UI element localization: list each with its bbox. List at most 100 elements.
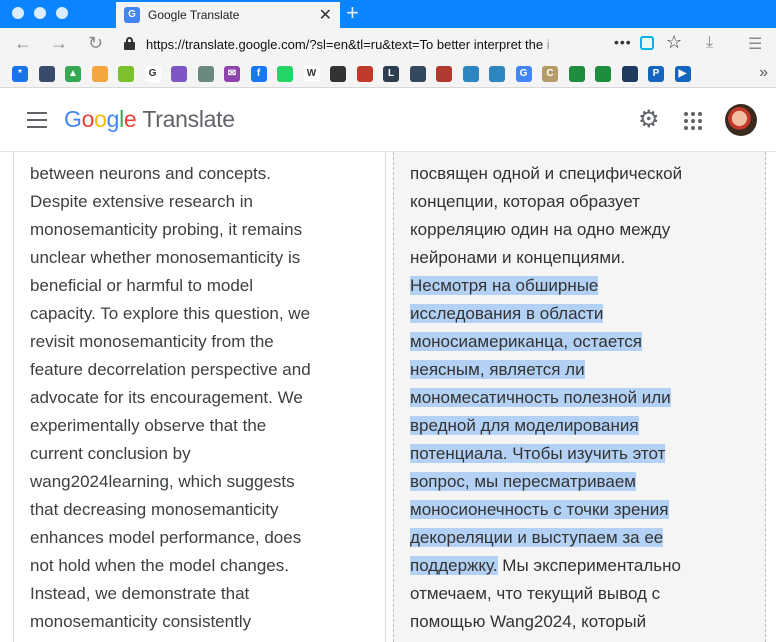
disc2-bookmark-icon[interactable] [489, 66, 505, 82]
translated-line: отмечаем, что текущий вывод с [410, 584, 661, 603]
selected-text: поддержку. [410, 556, 498, 575]
source-line: that decreasing monosemanticity [30, 500, 279, 519]
translated-line: Несмотря на обширные [410, 272, 682, 300]
flag2-bookmark-icon[interactable] [595, 66, 611, 82]
url-text[interactable]: https://translate.google.com/?sl=en&tl=r… [146, 37, 606, 52]
source-line: feature decorrelation perspective and [30, 360, 311, 379]
rainbow-bookmark-icon[interactable] [91, 66, 108, 82]
translated-line: потенциала. Чтобы изучить этот [410, 440, 682, 468]
asterisk-bookmark-icon[interactable]: * [12, 66, 28, 82]
open-bookmark-icon[interactable] [621, 66, 638, 82]
selected-text: неясным, является ли [410, 360, 585, 379]
translated-line: моносиамериканца, остается [410, 328, 682, 356]
openai-bookmark-icon[interactable] [197, 66, 214, 82]
wikipedia-bookmark-icon[interactable]: W [303, 66, 320, 82]
close-tab-icon[interactable]: ✕ [319, 5, 332, 25]
maximize-window-button[interactable] [56, 7, 68, 19]
source-text[interactable]: between neurons and concepts. Despite ext… [30, 160, 311, 636]
translated-line: вредной для моделирования [410, 412, 682, 440]
hex-bookmark-icon[interactable] [409, 66, 426, 82]
selected-text: вредной для моделирования [410, 416, 639, 435]
translation-area: between neurons and concepts. Despite ext… [0, 152, 776, 642]
new-tab-button[interactable]: + [346, 1, 359, 25]
mail-bookmark-icon[interactable]: ✉ [224, 66, 240, 82]
download-icon[interactable]: ⤓ [706, 34, 713, 52]
source-line: revisit monosemanticity from the [30, 332, 274, 351]
translated-line: декореляции и выступаем за ее [410, 524, 682, 552]
book-bookmark-icon[interactable] [330, 66, 346, 82]
translated-line: поддержку. Мы экспериментально [410, 556, 682, 575]
lock-icon [124, 37, 135, 50]
selected-text: вопрос, мы пересматриваем [410, 472, 636, 491]
selected-text: потенциала. Чтобы изучить этот [410, 444, 666, 463]
translate-bookmark-icon[interactable]: G [515, 66, 532, 82]
selected-text: декореляции и выступаем за ее [410, 528, 664, 547]
mosaic-bookmark-icon[interactable] [356, 66, 373, 82]
source-line: monosemanticity consistently [30, 612, 252, 631]
source-line: experimentally observe that the [30, 416, 267, 435]
disc-bookmark-icon[interactable] [462, 66, 479, 82]
source-line: between neurons and concepts. [30, 164, 272, 183]
source-line: beneficial or harmful to model [30, 276, 254, 295]
translated-line: корреляцию один на одно между [410, 220, 671, 239]
source-line: enhances model performance, does [30, 528, 302, 547]
source-line: Instead, we demonstrate that [30, 584, 250, 603]
forward-icon[interactable]: → [50, 32, 68, 54]
source-line: wang2024learning, which suggests [30, 472, 295, 491]
source-line: unclear whether monosemanticity is [30, 248, 301, 267]
translated-line: помощью Wang2024, который [410, 612, 647, 631]
source-text-panel[interactable]: between neurons and concepts. Despite ext… [13, 152, 386, 642]
play-bookmark-icon[interactable]: ▶ [674, 66, 691, 82]
translated-line: концепции, которая образует [410, 192, 640, 211]
translated-line: моносионечность с точки зрения [410, 496, 682, 524]
menu-icon[interactable]: ☰ [748, 34, 762, 54]
letter-l-bookmark-icon[interactable]: L [383, 66, 399, 82]
flag-bookmark-icon[interactable] [568, 66, 585, 82]
tab-title: Google Translate [148, 8, 240, 22]
photo-bookmark-icon[interactable] [38, 66, 55, 82]
google-translate-logo[interactable]: Google Translate [64, 106, 235, 133]
minimize-window-button[interactable] [34, 7, 46, 19]
pocket-icon[interactable] [640, 36, 654, 50]
facebook-bookmark-icon[interactable]: f [250, 66, 267, 82]
selected-text: Несмотря на обширные [410, 276, 599, 295]
avatar[interactable] [725, 104, 757, 136]
source-line: current conclusion by [30, 444, 191, 463]
selected-text: моносиамериканца, остается [410, 332, 643, 351]
translated-line: мономесатичность полезной или [410, 384, 682, 412]
url-bar[interactable]: https://translate.google.com/?sl=en&tl=r… [116, 31, 696, 57]
whatsapp-bookmark-icon[interactable] [277, 66, 293, 82]
c-bookmark-icon[interactable]: C [542, 66, 558, 82]
browser-tab[interactable]: G Google Translate ✕ [116, 0, 340, 28]
drive-bookmark-icon[interactable]: ▲ [65, 66, 81, 82]
navigation-bar: ← → ↻ https://translate.google.com/?sl=e… [0, 28, 776, 60]
google-translate-favicon-icon: G [124, 7, 140, 23]
main-menu-icon[interactable] [27, 112, 47, 128]
selected-text: исследования в области [410, 304, 604, 323]
translated-line: вопрос, мы пересматриваем [410, 468, 682, 496]
back-icon[interactable]: ← [14, 32, 32, 54]
selected-text: мономесатичность полезной или [410, 388, 671, 407]
more-icon[interactable]: ••• [614, 34, 632, 50]
chevron-double-right-icon[interactable]: » [759, 64, 768, 82]
source-line: capacity. To explore this question, we [30, 304, 311, 323]
green-dot-bookmark-icon[interactable] [118, 66, 134, 82]
close-window-button[interactable] [12, 7, 24, 19]
source-line: monosemanticity probing, it remains [30, 220, 303, 239]
reload-icon[interactable]: ↻ [88, 32, 103, 54]
tab-strip: G Google Translate ✕ + [0, 0, 776, 28]
grid-bookmark-icon[interactable] [436, 66, 452, 82]
bookmarks-bar: » * ▲ G ✉ f W L G C P ▶ [0, 60, 776, 88]
p-bookmark-icon[interactable]: P [648, 66, 664, 82]
star-icon[interactable]: ☆ [666, 32, 682, 53]
source-line: not hold when the model changes. [30, 556, 289, 575]
translation-panel: посвящен одной и специфической концепции,… [393, 152, 766, 642]
settings-gear-icon[interactable]: ⚙ [638, 108, 660, 132]
google-bookmark-icon[interactable]: G [144, 66, 161, 82]
puzzle-bookmark-icon[interactable] [171, 66, 187, 82]
app-header: Google Translate ⚙ [0, 88, 776, 152]
source-line: Despite extensive research in [30, 192, 254, 211]
source-line: advocate for its encouragement. We [30, 388, 303, 407]
google-apps-icon[interactable] [684, 112, 702, 130]
translated-line: исследования в области [410, 300, 682, 328]
